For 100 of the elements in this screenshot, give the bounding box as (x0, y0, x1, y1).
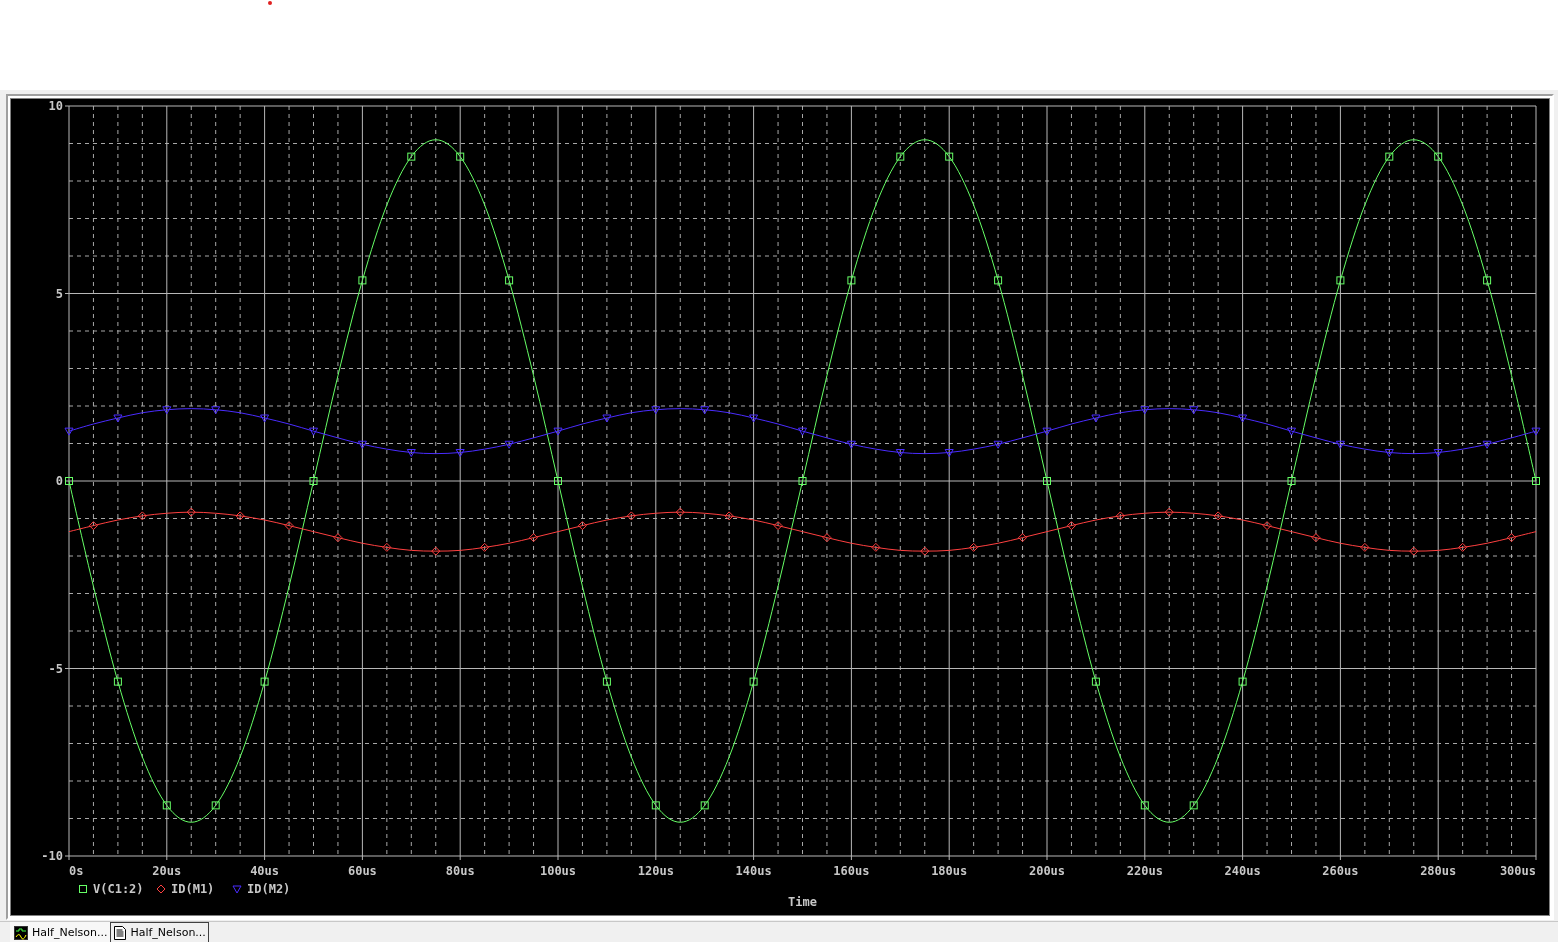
data-marker (1335, 440, 1345, 449)
data-marker (1336, 276, 1345, 285)
data-marker (1091, 677, 1100, 686)
data-marker (211, 801, 220, 810)
data-marker (186, 507, 196, 517)
data-marker (700, 406, 710, 415)
data-marker (407, 152, 416, 161)
data-marker (162, 801, 171, 810)
data-marker (626, 511, 636, 521)
y-tick-label: -5 (48, 661, 63, 676)
data-marker (358, 276, 367, 285)
data-marker (1532, 477, 1540, 485)
data-marker (675, 507, 685, 517)
legend-marker-icon (232, 885, 242, 894)
data-marker (1287, 477, 1296, 485)
x-tick-label: 280us (1420, 864, 1457, 878)
data-marker (357, 440, 367, 449)
x-tick-label: 80us (445, 864, 475, 878)
axis-title: Time (788, 895, 817, 909)
data-marker (504, 440, 514, 449)
waveform-icon (14, 925, 28, 940)
data-marker (88, 521, 98, 531)
data-marker (1507, 533, 1517, 543)
data-marker (113, 414, 123, 423)
x-tick-label: 40us (250, 864, 280, 878)
data-marker (1091, 414, 1101, 423)
window-tab[interactable]: Half_Nelson... (10, 922, 111, 942)
data-marker (456, 152, 465, 161)
data-marker (1238, 677, 1247, 686)
legend-marker-icon (156, 884, 166, 894)
data-marker (1066, 521, 1076, 531)
data-marker (137, 511, 147, 521)
data-marker (846, 440, 856, 449)
data-marker (822, 533, 832, 543)
x-tick-label: 0s (69, 864, 84, 878)
data-marker (896, 152, 905, 161)
data-marker (505, 276, 514, 285)
data-marker (1360, 542, 1370, 552)
window-tab[interactable]: Half_Nelson... (110, 922, 209, 942)
data-marker (455, 449, 465, 457)
data-marker (895, 449, 905, 457)
x-tick-label: 100us (539, 864, 577, 878)
data-marker (284, 521, 294, 531)
data-marker (260, 677, 269, 686)
data-marker (1458, 542, 1468, 552)
data-marker (113, 677, 122, 686)
data-marker (651, 801, 660, 810)
data-marker (1115, 511, 1125, 521)
data-marker (993, 440, 1003, 449)
x-tick-label: 60us (347, 864, 377, 878)
legend-label: ID(M2) (247, 882, 291, 896)
x-tick-label: 300us (1499, 864, 1536, 878)
data-marker (529, 533, 539, 543)
data-marker (700, 801, 709, 810)
data-marker (847, 276, 856, 285)
data-marker (1238, 414, 1248, 423)
data-marker (211, 406, 221, 415)
data-marker (945, 152, 954, 161)
data-marker (1287, 427, 1296, 436)
legend-marker-icon (79, 885, 87, 893)
data-marker (1189, 406, 1199, 415)
data-marker (162, 406, 172, 415)
data-marker (773, 521, 783, 531)
data-marker (602, 677, 611, 686)
y-tick-label: 5 (55, 286, 63, 301)
data-marker (724, 511, 734, 521)
data-marker (65, 477, 73, 485)
data-marker (1140, 406, 1150, 415)
data-marker (431, 546, 441, 556)
data-marker (651, 406, 661, 415)
data-marker (969, 542, 979, 552)
x-tick-label: 140us (735, 864, 772, 878)
data-marker (1434, 152, 1443, 161)
data-marker (920, 546, 930, 556)
legend-label: V(C1:2) (93, 882, 144, 896)
data-marker (554, 477, 562, 485)
data-marker (602, 414, 612, 423)
data-marker (798, 477, 807, 485)
data-marker (333, 533, 343, 543)
data-marker (1433, 449, 1443, 457)
data-marker (235, 511, 245, 521)
x-tick-label: 180us (931, 864, 968, 878)
data-marker (1409, 546, 1419, 556)
data-marker (309, 477, 318, 485)
x-tick-label: 160us (833, 864, 870, 878)
y-tick-label: -10 (41, 849, 63, 863)
data-marker (382, 542, 392, 552)
data-marker (1483, 276, 1492, 285)
x-tick-label: 200us (1028, 864, 1066, 878)
data-marker (1043, 477, 1051, 485)
data-marker (1042, 427, 1052, 436)
x-tick-label: 260us (1322, 864, 1359, 878)
data-marker (577, 521, 587, 531)
x-tick-label: 120us (637, 864, 674, 878)
data-marker (309, 427, 318, 436)
data-marker (749, 414, 759, 423)
data-marker (1189, 801, 1198, 810)
data-marker (1531, 427, 1541, 436)
legend-label: ID(M1) (171, 882, 215, 896)
data-marker (871, 542, 881, 552)
